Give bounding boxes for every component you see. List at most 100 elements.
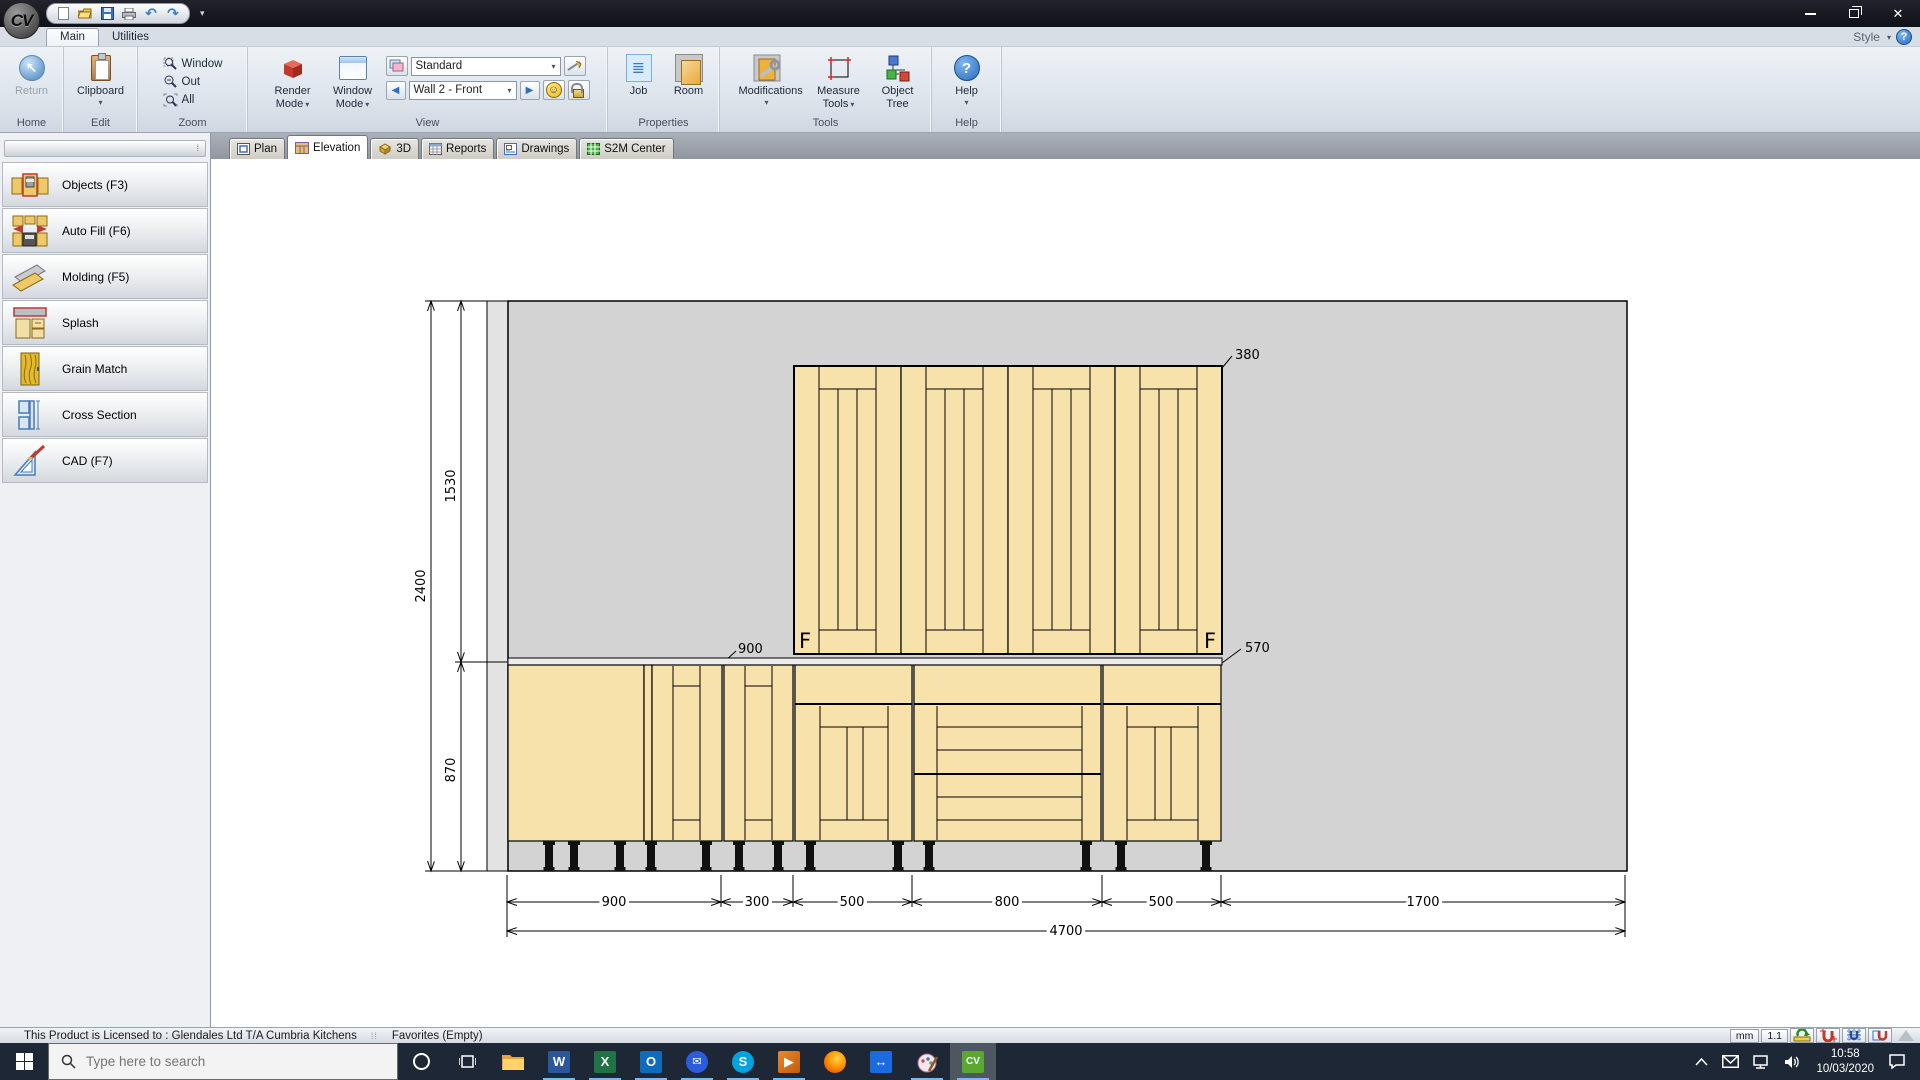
ribbon-group-edit: Clipboard ▾ Edit [64,47,138,132]
outlook-button[interactable]: O [628,1043,674,1080]
sidebar-item-autofill[interactable]: Auto Fill (F6) [2,208,208,253]
dimension-settings-icon[interactable] [564,56,586,76]
word-button[interactable]: W [536,1043,582,1080]
scale-indicator[interactable]: 1.1 [1761,1029,1788,1043]
zoom-window-button[interactable]: Window [159,56,227,72]
favorites-status[interactable]: Favorites (Empty) [392,1030,483,1042]
zoom-all-button[interactable]: All [159,92,227,108]
sidebar-item-objects[interactable]: Objects (F3) [2,162,208,207]
sidebar-item-crosssection[interactable]: Cross Section [2,392,208,437]
cabinet-vision-button[interactable]: CV [950,1043,996,1080]
window-controls: ✕ [1788,0,1920,27]
qat-customize-icon[interactable]: ▾ [200,8,205,19]
drawings-icon [504,143,517,155]
paint-button[interactable] [904,1043,950,1080]
undo-icon[interactable]: ↶ [144,7,158,21]
wall-selector-combo[interactable]: Wall 2 - Front▾ [409,81,517,100]
tray-mail-icon[interactable] [1722,1055,1739,1068]
molding-icon [10,259,50,295]
object-tree-button[interactable]: ObjectTree [872,50,924,114]
tab-s2m-center[interactable]: S2M Center [579,138,673,159]
base-cabinet-run[interactable] [508,665,1221,841]
tab-plan[interactable]: Plan [229,138,285,159]
excel-button[interactable]: X [582,1043,628,1080]
new-file-icon[interactable] [56,7,70,21]
task-view-button[interactable] [444,1043,490,1080]
return-button[interactable]: ↖ Return [4,50,60,114]
tab-reports[interactable]: Reports [421,138,494,159]
redo-icon[interactable]: ↷ [166,7,180,21]
ribbon-tab-main[interactable]: Main [46,28,99,46]
close-button[interactable]: ✕ [1876,0,1920,27]
style-dropdown-label[interactable]: Style [1853,30,1880,44]
teamviewer-button[interactable]: ↔ [858,1043,904,1080]
cortana-button[interactable] [398,1043,444,1080]
help-bubble-icon[interactable]: ? [1896,29,1912,45]
snap-to-object-button[interactable] [1868,1028,1892,1043]
resize-grip-icon[interactable] [1898,1030,1914,1041]
file-explorer-button[interactable] [490,1043,536,1080]
previous-wall-button[interactable]: ◀ [386,81,406,100]
snap-to-grid-button[interactable] [1842,1028,1866,1043]
firefox-icon [824,1051,846,1073]
sidebar-item-splash[interactable]: Splash [2,300,208,345]
firefox-button[interactable] [812,1043,858,1080]
tray-network-icon[interactable] [1753,1055,1770,1069]
restore-button[interactable] [1832,0,1876,27]
dim-seg-6: 1700 [1406,895,1439,910]
dim-seg-1: 900 [602,895,627,910]
render-style-config-icon[interactable] [386,56,408,76]
teamviewer-icon: ↔ [870,1051,892,1073]
palette-header[interactable]: ⁞ [4,140,206,157]
tray-chevron-up-icon[interactable] [1695,1058,1708,1066]
app-logo[interactable]: CV [3,2,40,39]
refresh-dimensions-button[interactable] [1790,1028,1814,1043]
mail-button[interactable]: ✉ [674,1043,720,1080]
action-center-icon[interactable] [1888,1054,1906,1069]
dim-tall-unit-height: 900 [738,642,763,657]
ribbon-tab-utilities[interactable]: Utilities [99,29,162,46]
sidebar-item-grainmatch[interactable]: Grain Match [2,346,208,391]
start-button[interactable] [0,1043,48,1080]
help-button[interactable]: ? Help ▾ [943,50,991,114]
lock-button[interactable] [568,80,590,100]
tab-drawings[interactable]: Drawings [496,138,577,159]
print-icon[interactable] [122,7,136,21]
skype-button[interactable]: S [720,1043,766,1080]
job-button[interactable]: ≣ Job [615,50,663,114]
minimize-button[interactable] [1788,0,1832,27]
window-mode-button[interactable]: Window Mode▾ [326,50,380,114]
sidebar-item-cad[interactable]: CAD (F7) [2,438,208,483]
tool-palette-sidebar: ⁞ Objects (F3) Auto Fill (F6) Molding (F… [0,133,211,1027]
snap-to-point-button[interactable] [1816,1028,1840,1043]
taskbar-search-box[interactable] [48,1043,398,1080]
render-mode-button[interactable]: Render Mode▾ [266,50,320,114]
style-dropdown-arrow-icon[interactable]: ▾ [1887,33,1891,42]
save-icon[interactable] [100,7,114,21]
smiley-render-button[interactable]: ☺ [543,80,565,100]
units-indicator[interactable]: mm [1730,1029,1760,1043]
modifications-button[interactable]: Modifications ▾ [728,50,806,114]
elevation-drawing-canvas[interactable]: F F 380 900 570 [211,159,1920,1027]
tab-3d[interactable]: 3D [370,138,419,159]
tray-volume-icon[interactable] [1784,1055,1802,1069]
dim-seg-2: 300 [745,895,770,910]
fridge-label-right: F [1204,629,1216,653]
wall-cabinet-run[interactable] [794,366,1222,654]
zoom-out-button[interactable]: Out [159,74,227,90]
worktop[interactable] [508,658,1222,665]
room-button[interactable]: Room [665,50,713,114]
measure-tools-button[interactable]: Measure Tools▾ [808,50,870,114]
tab-elevation[interactable]: Elevation [287,135,368,159]
search-input[interactable] [86,1054,366,1069]
media-player-button[interactable]: ▶ [766,1043,812,1080]
cad-icon [10,443,50,479]
excel-icon: X [594,1051,616,1073]
clipboard-button[interactable]: Clipboard ▾ [73,50,129,114]
render-style-combo[interactable]: Standard▾ [411,57,561,76]
tray-clock[interactable]: 10:58 10/03/2020 [1816,1047,1874,1076]
next-wall-button[interactable]: ▶ [520,81,540,100]
s2m-center-icon [587,143,600,155]
open-folder-icon[interactable] [78,7,92,21]
sidebar-item-molding[interactable]: Molding (F5) [2,254,208,299]
